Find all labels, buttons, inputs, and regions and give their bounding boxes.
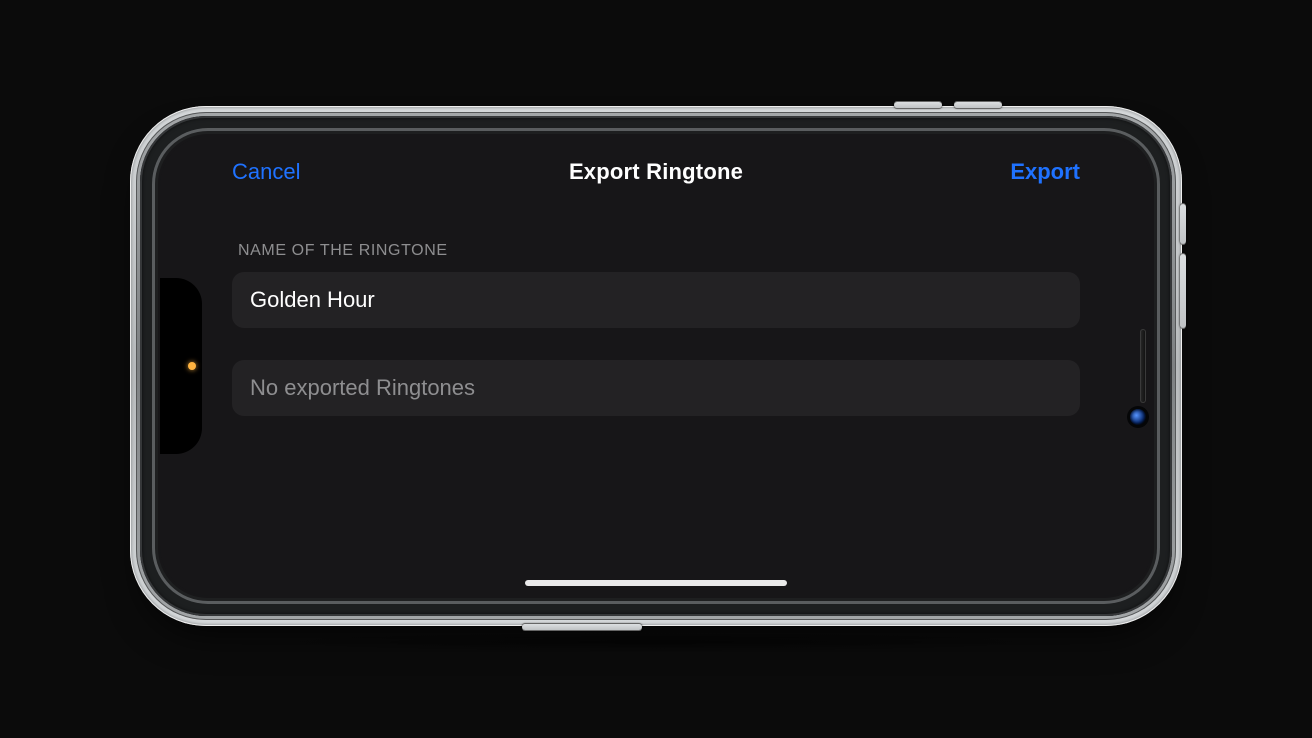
- export-button[interactable]: Export: [1010, 159, 1080, 185]
- notch: [160, 278, 202, 454]
- device-shadow: [246, 632, 1066, 652]
- phone-screen: Cancel Export Ringtone Export NAME OF TH…: [160, 136, 1152, 596]
- bottom-speaker-edge: [522, 624, 642, 630]
- export-ringtone-modal: Cancel Export Ringtone Export NAME OF TH…: [160, 136, 1152, 596]
- side-button-edge: [894, 102, 942, 108]
- front-camera-lens-icon: [1130, 409, 1146, 425]
- modal-title: Export Ringtone: [569, 159, 743, 185]
- volume-up-button-edge: [1180, 204, 1186, 244]
- cancel-button[interactable]: Cancel: [232, 159, 300, 185]
- ringtone-name-section-header: NAME OF THE RINGTONE: [238, 242, 1076, 260]
- volume-down-button-edge: [1180, 254, 1186, 328]
- modal-navbar: Cancel Export Ringtone Export: [160, 136, 1152, 208]
- recording-indicator-dot-icon: [188, 362, 196, 370]
- phone-device-frame: Cancel Export Ringtone Export NAME OF TH…: [130, 106, 1182, 626]
- ringtone-name-input[interactable]: [250, 287, 1062, 313]
- ringtone-name-cell[interactable]: [232, 272, 1080, 328]
- modal-content: NAME OF THE RINGTONE No exported Rington…: [160, 208, 1152, 416]
- side-button-edge-2: [954, 102, 1002, 108]
- front-camera-module: [1124, 291, 1152, 441]
- exported-ringtones-empty-cell: No exported Ringtones: [232, 360, 1080, 416]
- exported-ringtones-empty-label: No exported Ringtones: [250, 375, 475, 401]
- home-indicator[interactable]: [525, 580, 787, 586]
